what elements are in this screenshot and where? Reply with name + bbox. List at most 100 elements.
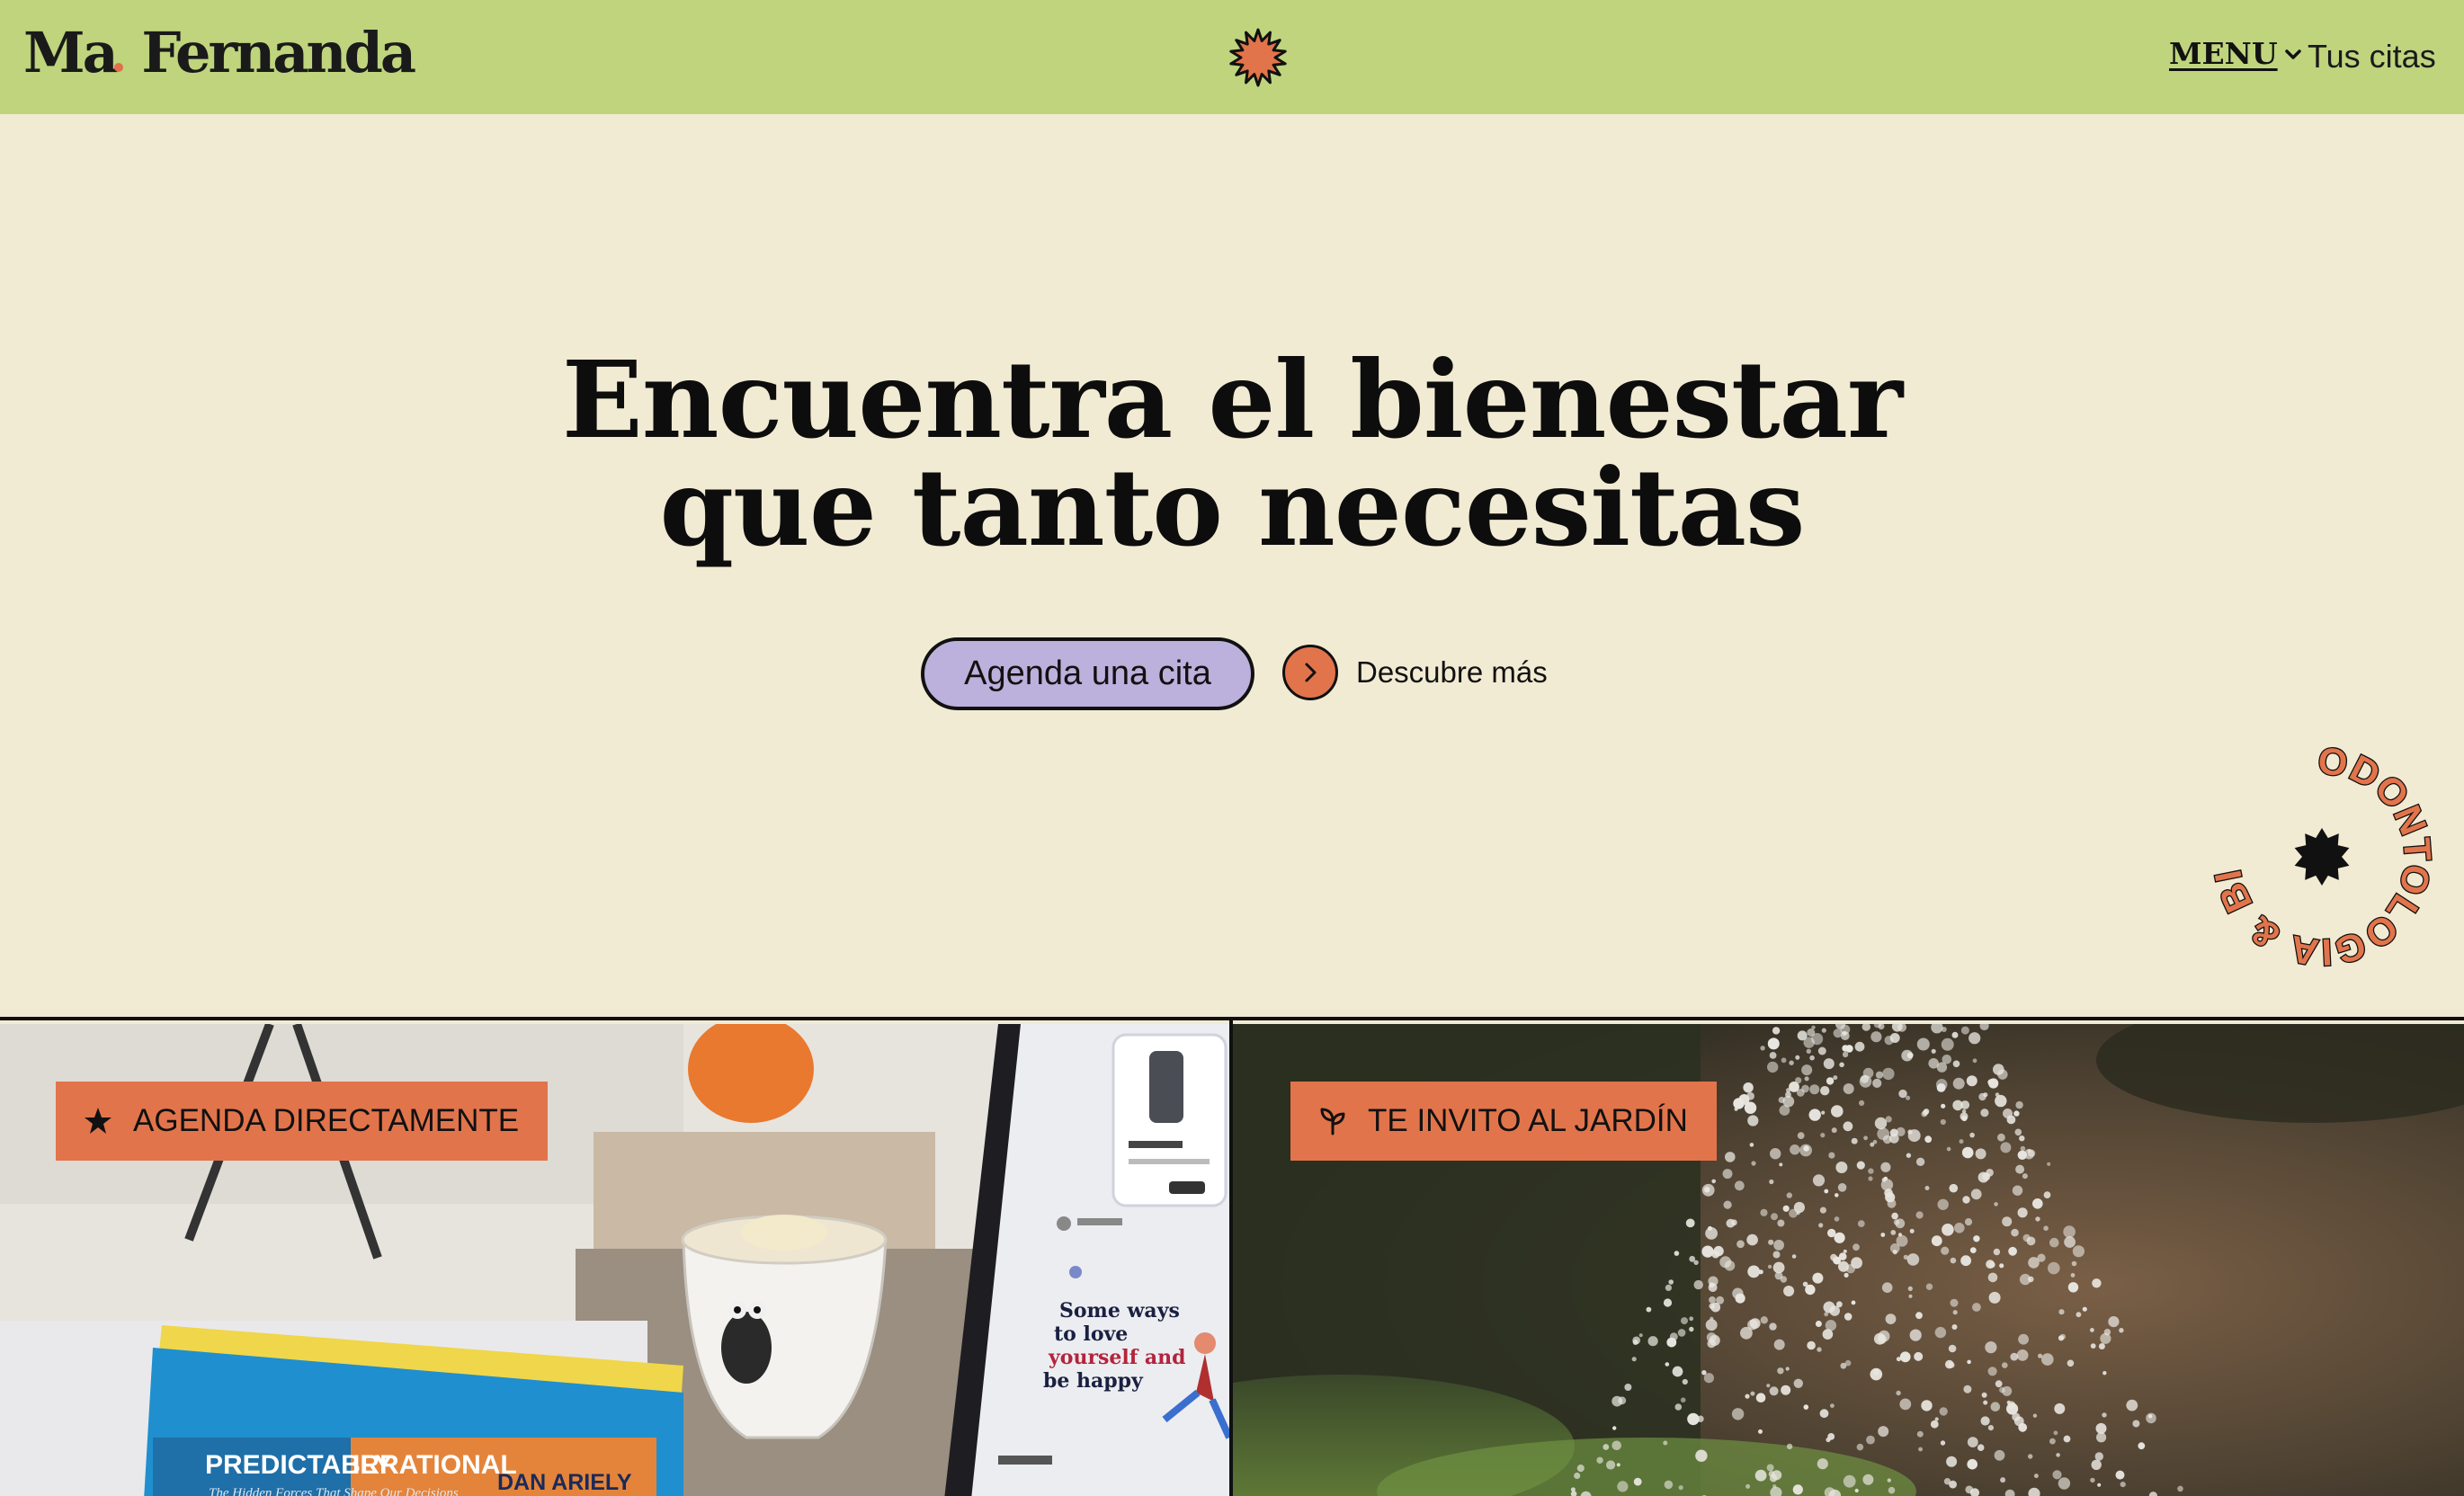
water-drop [1772,1027,1781,1035]
water-drop [2058,1309,2065,1315]
water-drop [2108,1316,2120,1328]
water-drop [1747,1265,1761,1278]
logo[interactable]: Ma Fernanda [23,20,416,85]
water-drop [1647,1336,1658,1347]
water-drop [1969,1132,1975,1138]
water-drop [1834,1232,1845,1243]
water-drop [1760,1316,1768,1324]
discover-more-link[interactable]: Descubre más [1282,645,1548,700]
water-drop [1884,1036,1894,1046]
water-drop [1946,1146,1951,1152]
water-drop [1805,1284,1816,1296]
water-drop [1940,1118,1946,1126]
water-drop [1959,1139,1964,1144]
water-drop [1969,1247,1977,1253]
water-drop [2090,1343,2096,1349]
water-drop [1952,1060,1960,1068]
water-drop [1782,1205,1790,1212]
water-drop [1722,1169,1733,1180]
water-drop [1980,1416,1990,1426]
water-drop [1972,1058,1977,1064]
water-drop [1809,1055,1815,1061]
water-drop [1890,1230,1897,1235]
water-drop [1951,1324,1958,1330]
water-drop [1746,1233,1758,1246]
water-drop [1781,1385,1791,1395]
water-drop [1738,1094,1750,1105]
water-drop [2082,1306,2087,1312]
water-drop [1766,1464,1774,1472]
water-drop [1852,1243,1860,1251]
water-drop [1807,1028,1816,1037]
water-drop [1835,1193,1839,1198]
water-drop [1769,1322,1777,1331]
water-drop [1790,1144,1800,1155]
water-drop [2007,1401,2016,1410]
water-drop [2096,1432,2107,1443]
water-drop [1877,1127,1890,1141]
water-drop [1981,1392,1987,1398]
water-drop [1713,1245,1724,1257]
water-drop [1967,1437,1978,1447]
water-drop [1689,1316,1694,1322]
water-drop [1980,1109,1989,1118]
water-drop [1993,1248,2001,1256]
water-drop [1617,1481,1629,1492]
water-drop [1942,1055,1952,1064]
menu-dropdown[interactable]: MENU [2169,36,2303,71]
water-drop [1596,1456,1603,1464]
book-author: DAN ARIELY [497,1470,632,1495]
water-drop [1777,1219,1785,1227]
water-drop [1916,1430,1924,1438]
water-drop [1942,1224,1954,1236]
water-drop [1725,1152,1736,1162]
water-drop [1812,1272,1824,1284]
badge-star-icon [2294,828,2350,886]
water-drop [1963,1385,1972,1394]
water-drop [1695,1449,1708,1462]
water-drop [1674,1403,1683,1411]
water-drop [1632,1336,1641,1345]
water-drop [1783,1286,1795,1296]
water-drop [1977,1444,1985,1451]
water-drop [1825,1320,1837,1331]
water-drop [1967,1359,1971,1365]
water-drop [1874,1117,1888,1130]
water-drop [1937,1198,1949,1210]
water-drop [1863,1135,1868,1141]
water-drop [1840,1362,1847,1369]
site-header: Ma Fernanda MENU Tus citas [0,0,2464,114]
garden-tag[interactable]: TE INVITO AL JARDÍN [1290,1082,1717,1161]
water-drop [1909,1329,1922,1341]
garden-panel[interactable]: TE INVITO AL JARDÍN [1233,1024,2464,1496]
water-drop [2014,1128,2022,1136]
water-drop [1612,1426,1617,1430]
logo-dot [113,63,123,72]
water-drop [1854,1041,1865,1052]
water-drop [1899,1398,1912,1411]
water-drop [2012,1185,2023,1196]
appointments-link[interactable]: Tus citas [2308,38,2436,76]
water-drop [1987,1425,1994,1431]
water-drop [2032,1413,2038,1418]
water-drop [1663,1298,1673,1307]
water-drop [2013,1416,2024,1427]
water-drop [2028,1276,2034,1283]
water-drop [1877,1334,1887,1344]
water-drop [1709,1303,1715,1310]
water-drop [1768,1471,1775,1477]
book-directly-panel[interactable]: PREDICTABLY IRRATIONAL DAN ARIELY The Hi… [0,1024,1229,1496]
water-drop [1870,1367,1883,1381]
book-directly-tag[interactable]: AGENDA DIRECTAMENTE [56,1082,549,1161]
water-drop [1872,1078,1882,1088]
water-drop [2098,1343,2105,1349]
water-drop [1773,1240,1784,1251]
water-drop [1887,1478,1891,1483]
water-drop [1824,1189,1829,1194]
water-drop [1960,1255,1971,1267]
odontologia-bienestar-badge: ODONTOLOGIA & BIENESTAR [2205,740,2439,974]
water-drop [1875,1071,1884,1079]
water-drop [1819,1409,1829,1419]
book-appointment-button[interactable]: Agenda una cita [921,637,1254,710]
water-drop [1987,1367,1997,1376]
